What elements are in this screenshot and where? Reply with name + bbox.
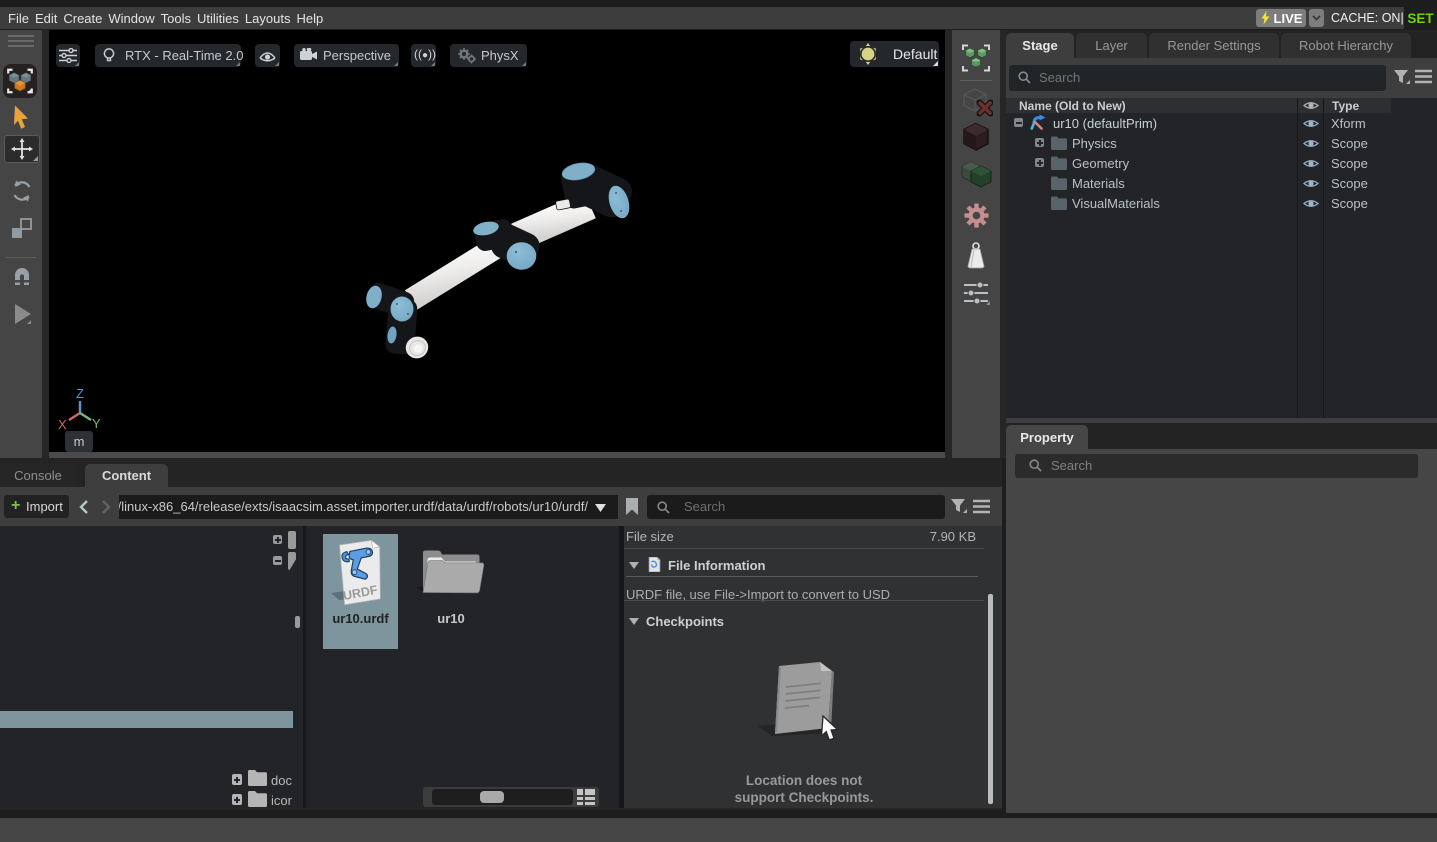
svg-text:Y: Y <box>92 416 101 430</box>
svg-text:Z: Z <box>76 386 84 401</box>
svg-text:X: X <box>58 417 67 430</box>
